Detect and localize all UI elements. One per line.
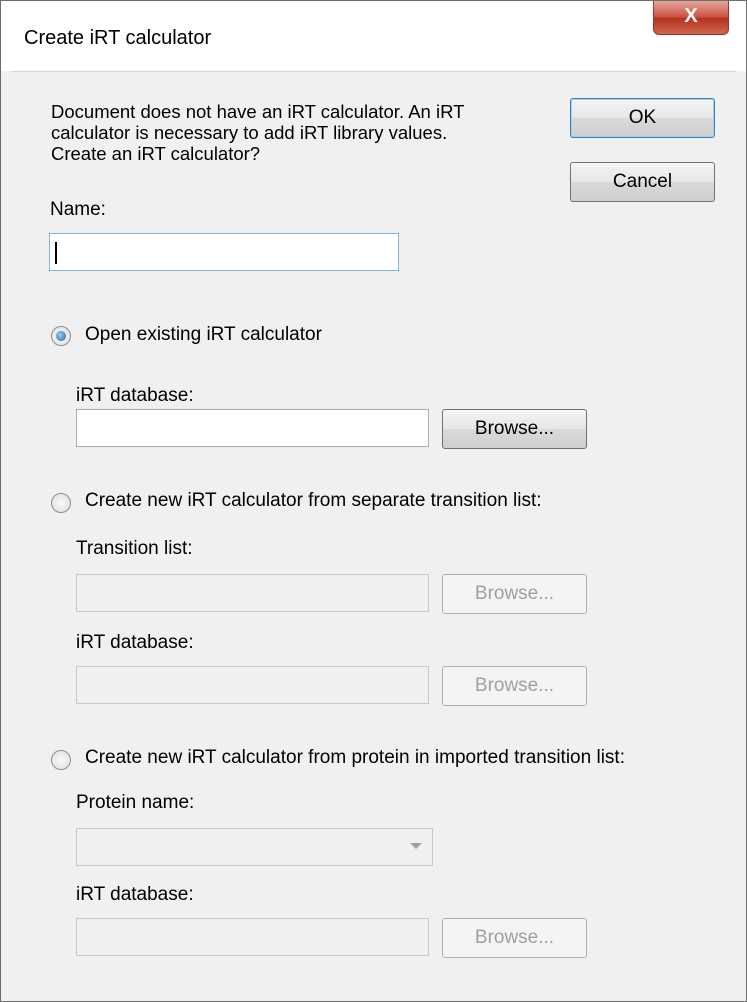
title-bar: Create iRT calculator X xyxy=(1,1,746,71)
protein-imported-label[interactable]: Create new iRT calculator from protein i… xyxy=(85,747,625,769)
text-caret xyxy=(55,242,57,264)
cancel-button[interactable]: Cancel xyxy=(570,162,715,202)
protein-db-browse-button[interactable]: Browse... xyxy=(442,918,587,958)
protein-name-select[interactable] xyxy=(76,828,433,866)
radio-protein-imported[interactable] xyxy=(51,750,71,770)
create-irt-calculator-dialog: Create iRT calculator X Document does no… xyxy=(0,0,747,1002)
chevron-down-icon xyxy=(410,843,422,849)
separate-db-browse-button[interactable]: Browse... xyxy=(442,666,587,706)
ok-button[interactable]: OK xyxy=(570,98,715,138)
prompt-message: Document does not have an iRT calculator… xyxy=(51,101,571,164)
close-button[interactable]: X xyxy=(653,1,729,35)
open-db-label: iRT database: xyxy=(76,385,194,406)
separate-transition-label[interactable]: Create new iRT calculator from separate … xyxy=(85,490,542,512)
prompt-line-2: calculator is necessary to add iRT libra… xyxy=(51,122,448,143)
separate-db-label: iRT database: xyxy=(76,632,194,653)
transition-list-browse-button[interactable]: Browse... xyxy=(442,574,587,614)
transition-list-input[interactable] xyxy=(76,574,429,612)
dialog-body: Document does not have an iRT calculator… xyxy=(11,71,736,989)
radio-separate-transition[interactable] xyxy=(51,493,71,513)
open-db-input[interactable] xyxy=(76,409,429,447)
prompt-line-1: Document does not have an iRT calculator… xyxy=(51,101,465,122)
close-icon: X xyxy=(684,5,698,27)
transition-list-label: Transition list: xyxy=(76,538,193,559)
window-title: Create iRT calculator xyxy=(24,27,212,49)
protein-db-input[interactable] xyxy=(76,918,429,956)
protein-name-label: Protein name: xyxy=(76,792,195,813)
separate-db-input[interactable] xyxy=(76,666,429,704)
name-label: Name: xyxy=(50,199,106,220)
prompt-line-3: Create an iRT calculator? xyxy=(51,143,261,164)
open-existing-label[interactable]: Open existing iRT calculator xyxy=(85,324,322,346)
open-db-browse-button[interactable]: Browse... xyxy=(442,409,587,449)
name-input[interactable] xyxy=(49,233,399,271)
protein-db-label: iRT database: xyxy=(76,884,194,905)
radio-open-existing[interactable] xyxy=(51,326,71,346)
